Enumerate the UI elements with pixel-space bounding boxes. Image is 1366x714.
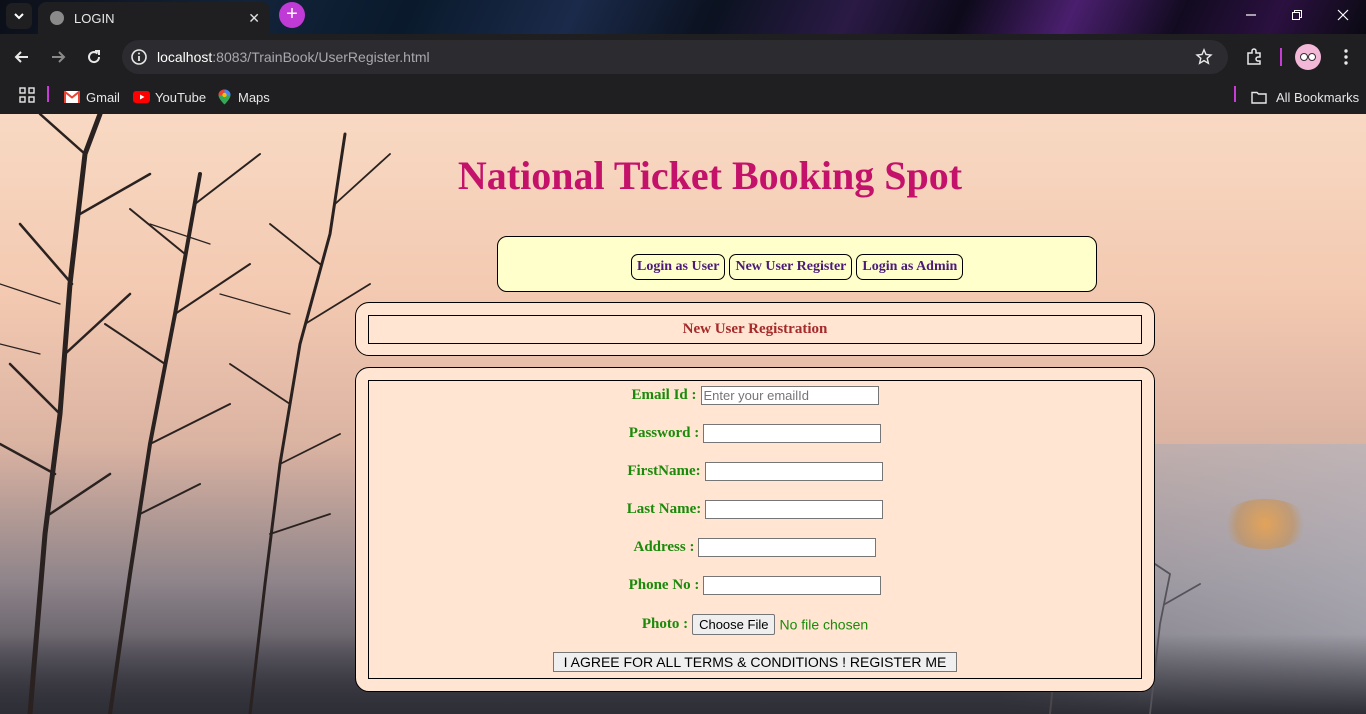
phone-row: Phone No : <box>369 576 1141 595</box>
address-label: Address : <box>633 539 695 555</box>
password-field[interactable] <box>703 424 882 443</box>
maps-pin-icon <box>218 89 231 105</box>
new-tab-button[interactable]: + <box>279 2 305 28</box>
address-field[interactable] <box>698 538 877 557</box>
back-icon[interactable] <box>9 44 35 70</box>
reload-icon[interactable] <box>81 44 107 70</box>
address-bar[interactable]: localhost:8083/TrainBook/UserRegister.ht… <box>122 40 1228 74</box>
bookmark-maps[interactable]: Maps <box>218 87 270 107</box>
page-content: National Ticket Booking Spot Login as Us… <box>0 114 1366 714</box>
submit-row: I AGREE FOR ALL TERMS & CONDITIONS ! REG… <box>369 652 1141 672</box>
bookmarks-bar: Gmail YouTube Maps All Bookmarks <box>0 80 1366 114</box>
globe-icon <box>50 11 64 25</box>
youtube-icon <box>133 91 150 103</box>
tab-search-button[interactable] <box>6 3 32 29</box>
email-row: Email Id : <box>369 386 1141 405</box>
firstname-label: FirstName: <box>627 463 701 479</box>
login-as-user-link[interactable]: Login as User <box>631 254 726 280</box>
toolbar-divider <box>1280 48 1282 66</box>
choose-file-button[interactable]: Choose File <box>692 614 776 635</box>
folder-icon <box>1251 91 1267 104</box>
registration-form-panel: Email Id : Password : FirstName: Last Na… <box>355 367 1155 692</box>
close-window-icon[interactable] <box>1320 0 1366 30</box>
email-field[interactable] <box>700 386 879 405</box>
gmail-icon <box>64 91 80 103</box>
nav-links: Login as User New User Register Login as… <box>631 254 964 280</box>
profile-avatar[interactable] <box>1295 44 1321 70</box>
photo-row: Photo : Choose File No file chosen <box>369 614 1141 635</box>
apps-grid-icon[interactable] <box>19 87 35 103</box>
login-as-admin-link[interactable]: Login as Admin <box>856 254 964 280</box>
password-label: Password : <box>628 425 700 441</box>
register-submit-button[interactable]: I AGREE FOR ALL TERMS & CONDITIONS ! REG… <box>552 652 958 672</box>
bookmark-star-icon[interactable] <box>1195 48 1213 66</box>
chevron-down-icon <box>14 13 24 20</box>
section-title: New User Registration <box>368 315 1142 344</box>
lastname-field[interactable] <box>705 500 884 519</box>
minimize-icon[interactable] <box>1228 0 1274 30</box>
new-user-register-link[interactable]: New User Register <box>729 254 853 280</box>
password-row: Password : <box>369 424 1141 443</box>
tab-strip: LOGIN ✕ + <box>0 0 1366 34</box>
url-text[interactable]: localhost:8083/TrainBook/UserRegister.ht… <box>157 49 430 65</box>
address-row: Address : <box>369 538 1141 557</box>
extensions-icon[interactable] <box>1245 48 1263 66</box>
phone-label: Phone No : <box>628 577 700 593</box>
file-status: No file chosen <box>779 616 869 633</box>
section-title-panel: New User Registration <box>355 302 1155 356</box>
tab-title: LOGIN <box>74 10 115 26</box>
bookmarks-divider-right <box>1234 86 1236 102</box>
lastname-row: Last Name: <box>369 500 1141 519</box>
menu-kebab-icon[interactable] <box>1333 44 1359 70</box>
firstname-field[interactable] <box>704 462 883 481</box>
browser-toolbar: localhost:8083/TrainBook/UserRegister.ht… <box>0 34 1366 80</box>
photo-label: Photo : <box>641 616 689 632</box>
lastname-label: Last Name: <box>626 501 702 517</box>
registration-form: Email Id : Password : FirstName: Last Na… <box>368 380 1142 679</box>
email-label: Email Id : <box>631 387 697 403</box>
bookmark-youtube[interactable]: YouTube <box>133 87 206 107</box>
phone-field[interactable] <box>703 576 882 595</box>
restore-icon[interactable] <box>1274 0 1320 30</box>
forward-icon[interactable] <box>45 44 71 70</box>
all-bookmarks-button[interactable]: All Bookmarks <box>1251 87 1359 107</box>
firstname-row: FirstName: <box>369 462 1141 481</box>
bookmark-gmail[interactable]: Gmail <box>64 87 120 107</box>
browser-tab[interactable]: LOGIN ✕ <box>38 2 270 34</box>
page-title: National Ticket Booking Spot <box>457 153 963 198</box>
close-tab-icon[interactable]: ✕ <box>248 10 260 27</box>
info-icon[interactable] <box>130 48 148 66</box>
bookmarks-divider <box>47 86 49 102</box>
nav-panel: Login as User New User Register Login as… <box>497 236 1097 292</box>
